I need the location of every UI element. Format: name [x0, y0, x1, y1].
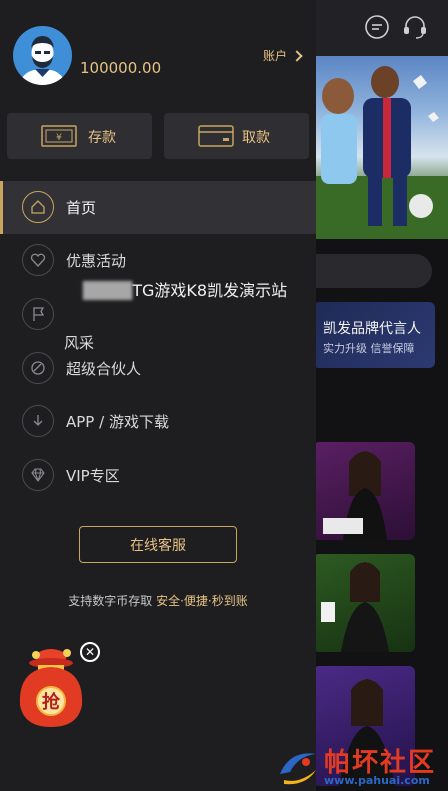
menu-item-home[interactable]: 首页: [0, 181, 316, 234]
watermark-logo-icon: [280, 753, 316, 785]
deposit-label: 存款: [88, 130, 116, 146]
customer-service-icon[interactable]: [402, 14, 428, 40]
site-name-blurred: ████: [83, 281, 133, 300]
menu-item-partner[interactable]: 超级合伙人: [0, 342, 316, 395]
brand-subtitle: 实力升级 信誉保障: [323, 342, 415, 355]
tagline: 支持数字币存取 安全·便捷·秒到账: [0, 592, 316, 609]
deposit-button[interactable]: ¥ 存款: [7, 113, 152, 159]
home-icon: [22, 191, 54, 223]
diamond-icon: [22, 459, 54, 491]
svg-text:¥: ¥: [56, 133, 62, 143]
menu-label-partner: 超级合伙人: [66, 360, 142, 378]
card-icon: [198, 125, 234, 147]
svg-text:抢: 抢: [42, 691, 61, 713]
message-icon[interactable]: [364, 14, 390, 40]
menu-label-showcase: 风采: [64, 334, 95, 352]
site-name: ████TG游戏K8凯发演示站: [83, 277, 287, 301]
game-card-2[interactable]: [313, 554, 415, 652]
user-avatar-icon: [19, 36, 66, 85]
brand-title: 凯发品牌代言人: [323, 321, 421, 337]
watermark-url: www.pahuai.com: [324, 774, 430, 787]
site-name-text: TG游戏K8凯发演示站: [132, 281, 288, 300]
menu-item-vip[interactable]: VIP专区: [0, 449, 316, 502]
notice-bar[interactable]: [300, 254, 432, 288]
download-icon: [22, 405, 54, 437]
football-players-image: [313, 66, 448, 239]
menu-label-download: APP / 游戏下载: [66, 413, 169, 431]
brand-ambassador-banner[interactable]: 凯发品牌代言人 实力升级 信誉保障: [313, 302, 435, 368]
deposit-icon: ¥: [41, 125, 77, 147]
red-envelope-icon[interactable]: 抢: [12, 645, 90, 730]
heart-icon: [22, 244, 54, 276]
menu-label-promotions: 优惠活动: [66, 252, 127, 270]
account-label: 账户: [263, 49, 288, 63]
menu-item-download[interactable]: APP / 游戏下载: [0, 395, 316, 448]
balance-amount: 100000.00: [80, 59, 162, 77]
tagline-highlight: 安全·便捷·秒到账: [156, 594, 248, 608]
withdraw-label: 取款: [242, 130, 270, 146]
watermark: 帕坏社区 www.pahuai.com: [274, 740, 448, 791]
dealer-image-1: [323, 451, 387, 540]
withdraw-button[interactable]: 取款: [164, 113, 309, 159]
menu-label-vip: VIP专区: [66, 467, 120, 485]
game-card-1[interactable]: [313, 442, 415, 540]
partner-icon: [22, 352, 54, 384]
account-link[interactable]: 账户: [263, 47, 303, 64]
menu-label-home: 首页: [66, 199, 97, 217]
chevron-right-icon: [291, 49, 303, 62]
tagline-prefix: 支持数字币存取: [68, 594, 157, 608]
dealer-image-2: [321, 562, 389, 652]
online-service-button[interactable]: 在线客服: [79, 526, 237, 563]
flag-icon: [22, 298, 54, 330]
avatar[interactable]: [13, 26, 72, 85]
close-icon[interactable]: ✕: [80, 642, 100, 662]
promo-banner[interactable]: [313, 56, 448, 239]
